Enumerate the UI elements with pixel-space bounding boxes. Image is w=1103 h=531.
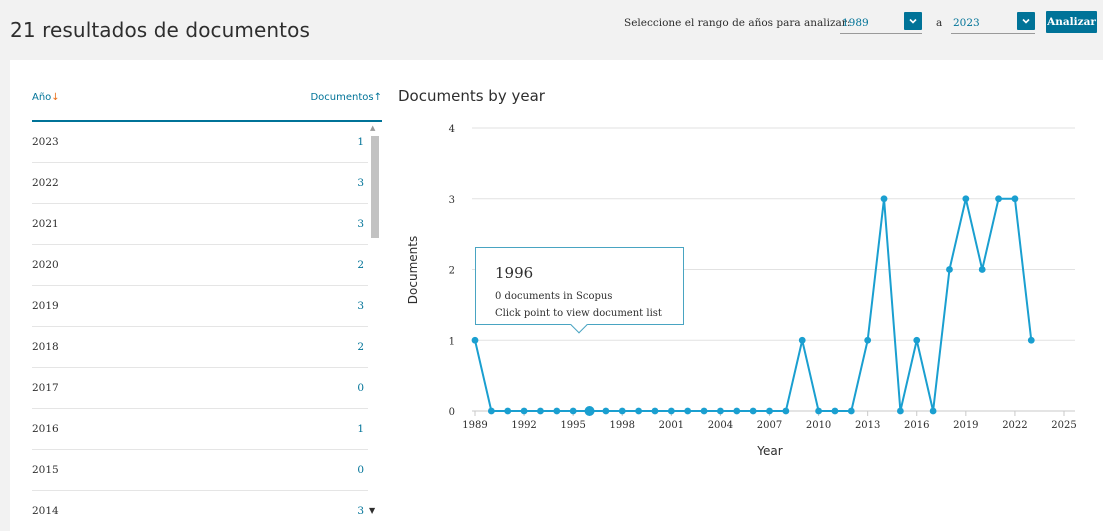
data-point[interactable]: [978, 266, 986, 273]
data-point[interactable]: [766, 407, 773, 415]
data-point[interactable]: [700, 407, 708, 415]
y-tick-label: 0: [449, 407, 455, 418]
tooltip-count: 0 documents in Scopus: [495, 291, 613, 302]
x-axis-title: Year: [756, 444, 782, 458]
data-point[interactable]: [504, 407, 512, 415]
data-point[interactable]: [684, 407, 692, 415]
x-tick-label: 2007: [757, 420, 782, 431]
data-point[interactable]: [520, 407, 528, 415]
data-point[interactable]: [602, 407, 610, 415]
x-tick-label: 1995: [560, 420, 585, 431]
analysis-page: 21 resultados de documentos Seleccione e…: [0, 0, 1103, 531]
data-point[interactable]: [569, 407, 577, 415]
x-tick-label: 2016: [904, 420, 929, 431]
data-point[interactable]: [962, 195, 970, 203]
y-tick-label: 1: [449, 336, 455, 347]
tooltip-year: 1996: [495, 264, 534, 282]
data-point[interactable]: [667, 407, 675, 415]
data-point[interactable]: [471, 336, 479, 344]
data-point[interactable]: [798, 336, 806, 344]
x-tick-label: 2022: [1002, 420, 1027, 431]
data-point[interactable]: [618, 407, 626, 415]
data-point[interactable]: [635, 407, 643, 415]
data-point[interactable]: [782, 407, 790, 415]
data-point[interactable]: [815, 407, 822, 415]
x-tick-label: 2019: [953, 420, 978, 431]
x-tick-label: 2013: [855, 420, 880, 431]
data-point[interactable]: [913, 336, 921, 344]
data-point[interactable]: [553, 407, 561, 415]
chart-tooltip: 1996 0 documents in Scopus Click point t…: [475, 247, 684, 334]
y-axis-title: Documents: [406, 236, 420, 304]
data-point[interactable]: [847, 407, 855, 415]
data-point[interactable]: [1027, 336, 1035, 344]
data-point[interactable]: [880, 195, 888, 203]
y-tick-label: 3: [449, 195, 455, 206]
x-tick-label: 2004: [708, 420, 733, 431]
data-point[interactable]: [831, 407, 839, 415]
data-point[interactable]: [733, 407, 741, 415]
x-tick-label: 2010: [806, 420, 831, 431]
y-tick-label: 2: [449, 266, 455, 277]
data-point[interactable]: [537, 407, 544, 415]
data-point[interactable]: [651, 407, 659, 415]
data-point[interactable]: [717, 407, 724, 415]
data-point[interactable]: [929, 407, 937, 415]
highlighted-data-point[interactable]: [584, 406, 595, 416]
x-tick-label: 2001: [659, 420, 684, 431]
data-point[interactable]: [896, 407, 904, 415]
x-tick-label: 1989: [462, 420, 487, 431]
data-point[interactable]: [487, 407, 495, 415]
x-tick-label: 1992: [511, 420, 536, 431]
y-tick-label: 4: [449, 124, 455, 135]
data-point[interactable]: [864, 336, 872, 344]
data-point[interactable]: [995, 195, 1002, 203]
data-point[interactable]: [1011, 195, 1019, 203]
x-tick-label: 2025: [1051, 420, 1076, 431]
data-point[interactable]: [946, 266, 953, 273]
data-point[interactable]: [749, 407, 757, 415]
x-tick-label: 1998: [610, 420, 635, 431]
